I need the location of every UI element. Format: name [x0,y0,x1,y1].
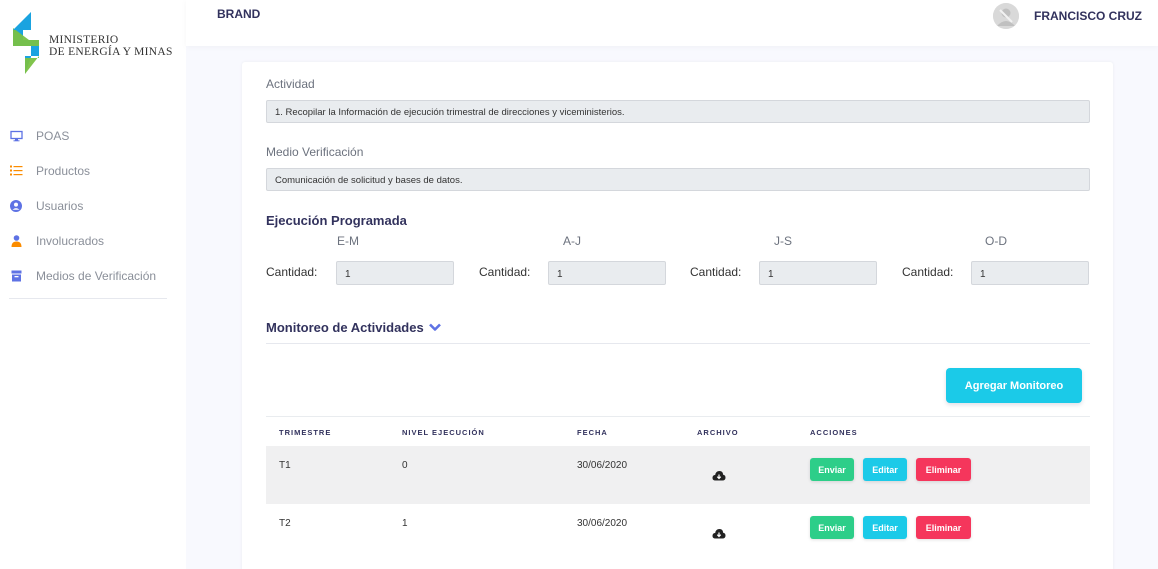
sidebar-item-medios-verificacion[interactable]: Medios de Verificación [0,258,186,293]
list-icon [9,164,23,178]
sidebar-item-label: Usuarios [36,198,84,213]
cantidad-label: Cantidad: [266,265,318,279]
cell-trimestre: T1 [279,460,291,471]
cantidad-label: Cantidad: [690,265,742,279]
medio-verificacion-field[interactable]: Comunicación de solicitud y bases de dat… [266,168,1090,191]
brand-label[interactable]: BRAND [217,7,260,21]
sidebar-nav: POAS Productos Usuarios Involucrados Med… [0,118,186,293]
avatar[interactable] [993,3,1019,29]
cantidad-od-field[interactable]: 1 [971,261,1089,285]
edit-button[interactable]: Editar [863,516,907,539]
cell-trimestre: T2 [279,518,291,529]
period-label-aj: A-J [563,234,581,248]
table-row: T2 1 30/06/2020 Enviar Editar Eliminar [266,504,1090,562]
topbar: BRAND FRANCISCO CRUZ [186,0,1158,46]
ministry-logo[interactable]: MINISTERIO DE ENERGÍA Y MINAS [9,12,179,74]
column-header-trimestre: TRIMESTRE [279,428,332,437]
period-label-js: J-S [774,234,792,248]
table-header: TRIMESTRE NIVEL EJECUCIÓN FECHA ARCHIVO … [266,416,1090,446]
user-name[interactable]: FRANCISCO CRUZ [1034,9,1142,23]
cantidad-aj-field[interactable]: 1 [548,261,666,285]
actividad-label: Actividad [266,77,315,91]
table-row: T1 0 30/06/2020 Enviar Editar Eliminar [266,446,1090,504]
actividad-field[interactable]: 1. Recopilar la Información de ejecución… [266,100,1090,123]
sidebar-item-label: Medios de Verificación [36,268,157,283]
cantidad-label: Cantidad: [902,265,954,279]
column-header-acciones: ACCIONES [810,428,858,437]
logo-text: MINISTERIO DE ENERGÍA Y MINAS [49,34,173,58]
cell-nivel: 0 [402,460,408,471]
person-icon [9,234,23,248]
monitoreo-toggle[interactable]: Monitoreo de Actividades [266,320,441,335]
activity-card: Actividad 1. Recopilar la Información de… [242,62,1113,569]
column-header-archivo: ARCHIVO [697,428,739,437]
cell-nivel: 1 [402,518,408,529]
chevron-down-icon [428,323,441,332]
edit-button[interactable]: Editar [863,458,907,481]
sidebar-item-label: Involucrados [36,233,105,248]
delete-button[interactable]: Eliminar [916,516,971,539]
cell-fecha: 30/06/2020 [577,460,628,471]
logo-line-1: MINISTERIO [49,34,119,46]
monitoreo-title: Monitoreo de Actividades [266,320,424,335]
sidebar-item-usuarios[interactable]: Usuarios [0,188,186,223]
send-button[interactable]: Enviar [810,458,854,481]
period-label-od: O-D [985,234,1007,248]
cell-fecha: 30/06/2020 [577,518,628,529]
user-circle-icon [9,199,23,213]
send-button[interactable]: Enviar [810,516,854,539]
cloud-download-icon[interactable] [712,468,726,481]
sidebar-item-label: POAS [36,128,70,143]
cantidad-em-field[interactable]: 1 [336,261,454,285]
cantidad-label: Cantidad: [479,265,531,279]
medio-verificacion-label: Medio Verificación [266,145,364,159]
ejecucion-programada-title: Ejecución Programada [266,213,407,228]
column-header-fecha: FECHA [577,428,608,437]
sidebar-divider [9,298,167,299]
archive-icon [9,269,23,283]
column-header-nivel: NIVEL EJECUCIÓN [402,428,485,437]
sidebar: MINISTERIO DE ENERGÍA Y MINAS POAS Produ… [0,0,186,569]
logo-line-2: DE ENERGÍA Y MINAS [49,46,173,58]
sidebar-item-label: Productos [36,163,91,178]
section-divider [266,343,1090,344]
cloud-download-icon[interactable] [712,526,726,539]
monitor-icon [9,129,23,143]
sidebar-item-involucrados[interactable]: Involucrados [0,223,186,258]
cantidad-js-field[interactable]: 1 [759,261,877,285]
add-monitoreo-button[interactable]: Agregar Monitoreo [946,368,1082,403]
delete-button[interactable]: Eliminar [916,458,971,481]
sidebar-item-productos[interactable]: Productos [0,153,186,188]
period-label-em: E-M [337,234,359,248]
user-menu[interactable]: FRANCISCO CRUZ [993,3,1142,29]
ministry-logo-mark [13,12,39,74]
sidebar-item-poas[interactable]: POAS [0,118,186,153]
